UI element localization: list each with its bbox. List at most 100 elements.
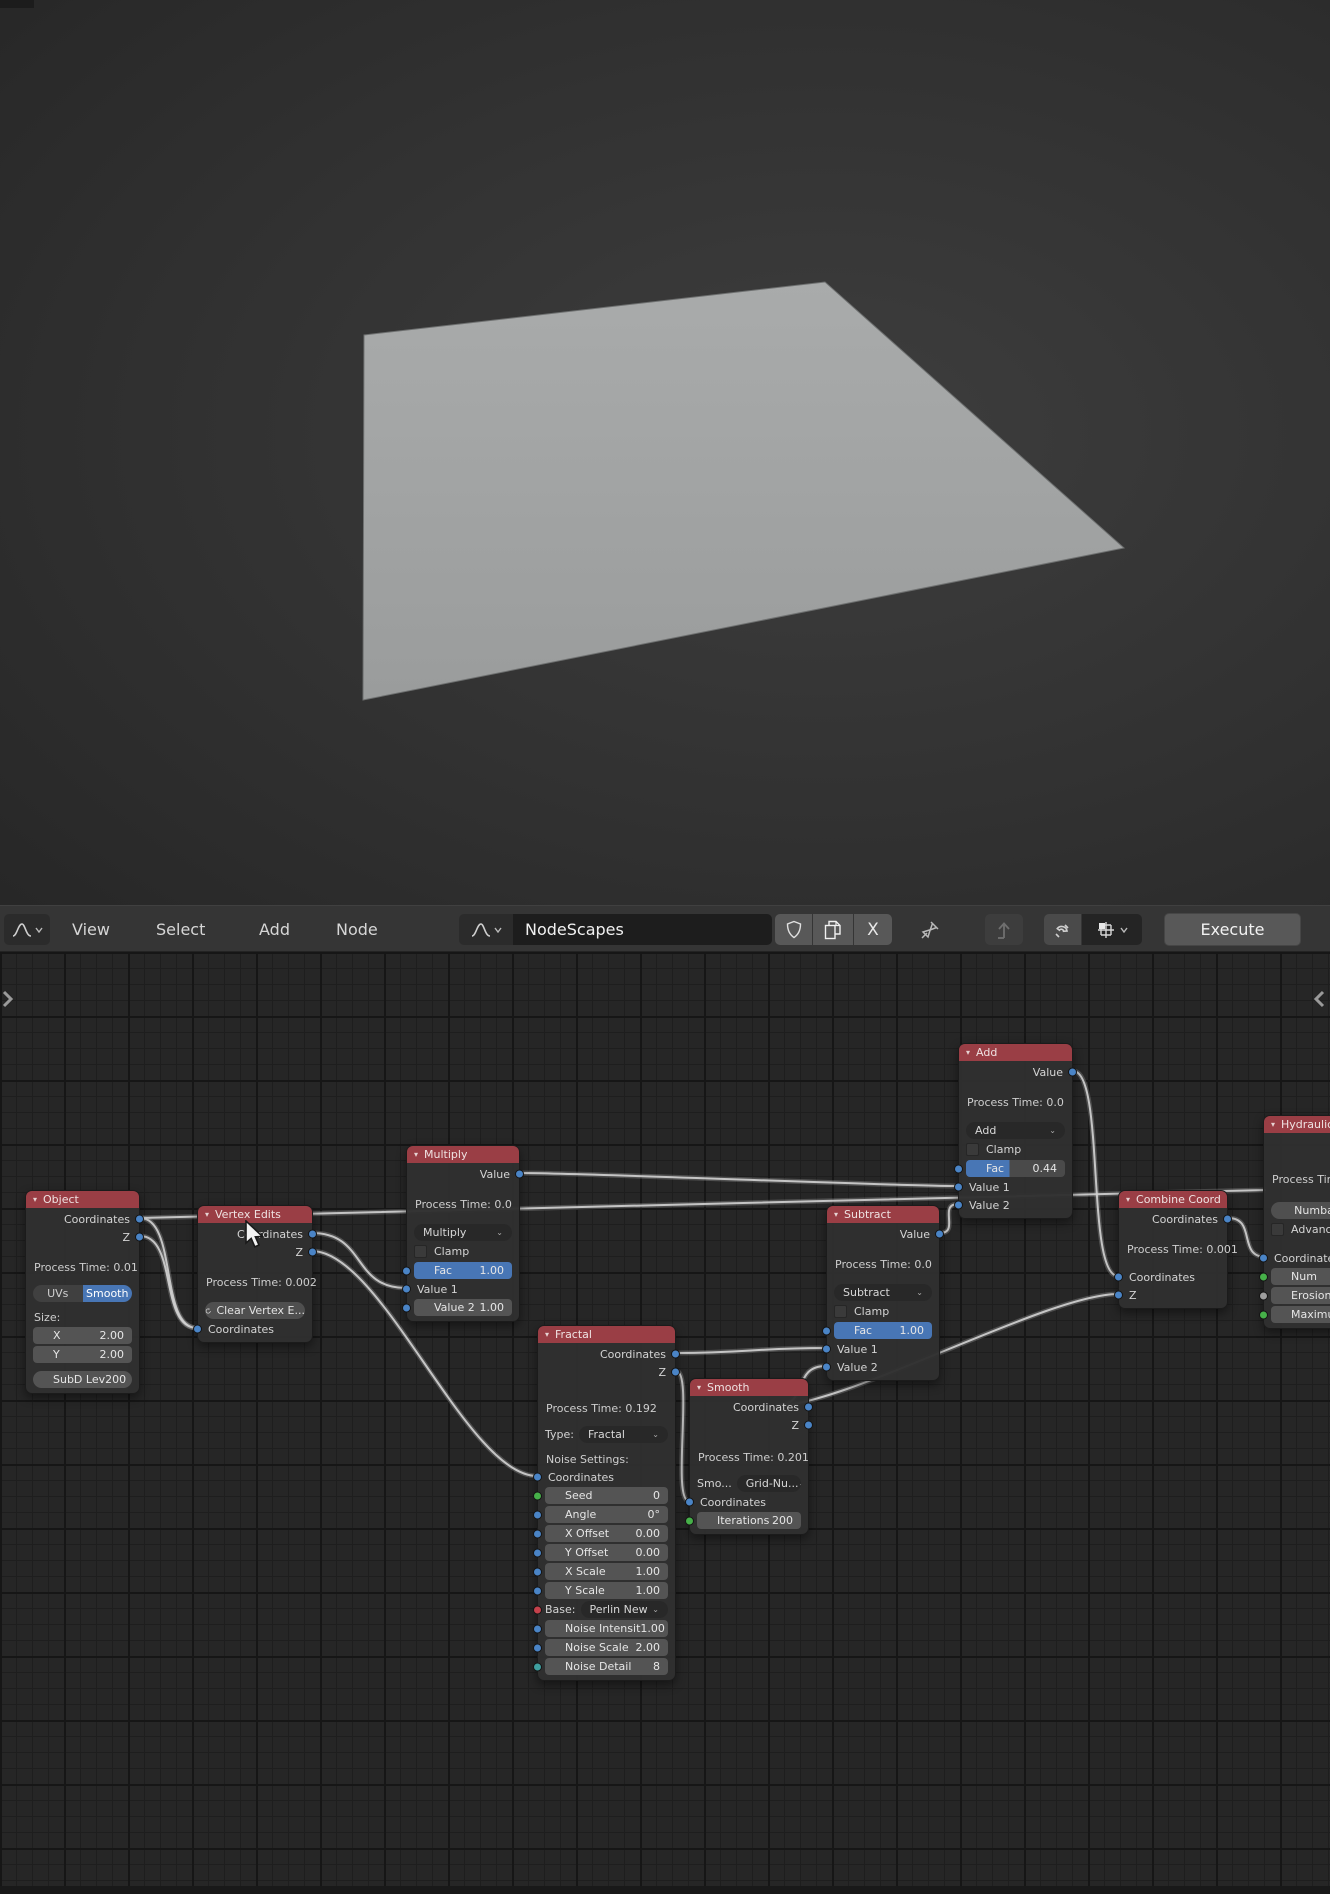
input-socket[interactable]	[533, 1624, 542, 1633]
3d-viewport[interactable]	[0, 0, 1330, 905]
collapse-arrow-icon[interactable]: ▾	[966, 1048, 970, 1057]
input-socket[interactable]	[402, 1266, 411, 1275]
input-socket[interactable]	[533, 1548, 542, 1557]
node-combine[interactable]: ▾Combine Coords ...CoordinatesProcess Ti…	[1118, 1190, 1228, 1309]
fake-user-shield-button[interactable]	[775, 914, 812, 945]
checkbox-clamp[interactable]	[834, 1305, 847, 1318]
collapse-arrow-icon[interactable]: ▾	[1126, 1195, 1130, 1204]
sidebar-toggle-right-icon[interactable]	[1313, 988, 1326, 1010]
output-socket[interactable]	[515, 1170, 524, 1179]
collapse-arrow-icon[interactable]: ▾	[697, 1383, 701, 1392]
input-socket[interactable]	[1259, 1310, 1268, 1319]
collapse-arrow-icon[interactable]: ▾	[205, 1210, 209, 1219]
node-smooth[interactable]: ▾SmoothCoordinatesZProcess Time: 0.201Sm…	[689, 1378, 809, 1535]
input-socket[interactable]	[954, 1201, 963, 1210]
dropdown-subtract[interactable]: Subtract⌄	[834, 1284, 932, 1301]
output-socket[interactable]	[1223, 1215, 1232, 1224]
menu-select[interactable]: Select	[150, 906, 211, 953]
go-to-parent-button[interactable]	[985, 914, 1023, 945]
new-copy-button[interactable]	[813, 914, 853, 945]
input-socket[interactable]	[533, 1510, 542, 1519]
segment-uvs[interactable]: UVs	[33, 1285, 83, 1302]
value-slider-subd-lev[interactable]: SubD Lev200	[33, 1371, 132, 1388]
value-slider-num[interactable]: Num100	[1271, 1268, 1330, 1285]
dropdown-fractal[interactable]: Fractal⌄	[579, 1426, 668, 1443]
input-socket[interactable]	[533, 1586, 542, 1595]
unlink-close-button[interactable]: X	[854, 914, 892, 945]
input-socket[interactable]	[193, 1325, 202, 1334]
snap-target-dropdown[interactable]	[1082, 914, 1142, 945]
output-socket[interactable]	[308, 1248, 317, 1257]
input-socket[interactable]	[1259, 1272, 1268, 1281]
node-subtract[interactable]: ▾SubtractValueProcess Time: 0.0Subtract⌄…	[826, 1205, 940, 1381]
value-slider-y-scale[interactable]: Y Scale1.00	[545, 1582, 668, 1599]
output-socket[interactable]	[671, 1368, 680, 1377]
value-slider-x-scale[interactable]: X Scale1.00	[545, 1563, 668, 1580]
input-socket[interactable]	[822, 1345, 831, 1354]
checkbox-advanced[interactable]	[1271, 1223, 1284, 1236]
node-hydraulic[interactable]: ▾HydraulicCoorProcess TimeNumba MulAdvan…	[1263, 1115, 1330, 1329]
input-socket[interactable]	[1114, 1273, 1123, 1282]
input-socket[interactable]	[685, 1516, 694, 1525]
value-slider-seed[interactable]: Seed0	[545, 1487, 668, 1504]
input-socket[interactable]	[533, 1567, 542, 1576]
collapse-arrow-icon[interactable]: ▾	[414, 1150, 418, 1159]
value-slider-x-offset[interactable]: X Offset0.00	[545, 1525, 668, 1542]
segment-smooth[interactable]: Smooth	[83, 1285, 133, 1302]
output-socket[interactable]	[804, 1403, 813, 1412]
output-socket[interactable]	[135, 1233, 144, 1242]
collapse-arrow-icon[interactable]: ▾	[834, 1210, 838, 1219]
input-socket[interactable]	[533, 1491, 542, 1500]
node-add[interactable]: ▾AddValueProcess Time: 0.0Add⌄ClampFac0.…	[958, 1043, 1073, 1219]
output-socket[interactable]	[135, 1215, 144, 1224]
checkbox-clamp[interactable]	[414, 1245, 427, 1258]
value-slider-x[interactable]: X2.00	[33, 1327, 132, 1344]
output-socket[interactable]	[308, 1230, 317, 1239]
menu-view[interactable]: View	[66, 906, 116, 953]
value-slider-y[interactable]: Y2.00	[33, 1346, 132, 1363]
output-socket[interactable]	[804, 1421, 813, 1430]
button-clear-vertex-e-[interactable]: Clear Vertex E...	[205, 1302, 305, 1319]
input-socket[interactable]	[822, 1326, 831, 1335]
button-numba-mul[interactable]: Numba Mul	[1271, 1202, 1330, 1219]
output-socket[interactable]	[1068, 1068, 1077, 1077]
editor-type-selector[interactable]	[4, 914, 50, 945]
node-multiply[interactable]: ▾MultiplyValueProcess Time: 0.0Multiply⌄…	[406, 1145, 520, 1322]
value-slider-fac[interactable]: Fac1.00	[414, 1262, 512, 1279]
value-slider-fac[interactable]: Fac0.44	[966, 1160, 1065, 1177]
dropdown-multiply[interactable]: Multiply⌄	[414, 1224, 512, 1241]
value-slider-iterations[interactable]: Iterations200	[697, 1512, 801, 1529]
output-socket[interactable]	[671, 1350, 680, 1359]
value-slider-value-2[interactable]: Value 21.00	[414, 1299, 512, 1316]
input-socket[interactable]	[1259, 1254, 1268, 1263]
input-socket[interactable]	[685, 1498, 694, 1507]
pin-button[interactable]	[910, 914, 950, 945]
collapse-arrow-icon[interactable]: ▾	[33, 1195, 37, 1204]
input-socket[interactable]	[533, 1643, 542, 1652]
input-socket[interactable]	[1114, 1291, 1123, 1300]
value-slider-fac[interactable]: Fac1.00	[834, 1322, 932, 1339]
dropdown-grid-nu-[interactable]: Grid-Nu...⌄	[737, 1475, 801, 1492]
input-socket[interactable]	[402, 1285, 411, 1294]
plane-object[interactable]	[363, 282, 1124, 700]
input-socket[interactable]	[822, 1363, 831, 1372]
output-socket[interactable]	[935, 1230, 944, 1239]
input-socket[interactable]	[533, 1662, 542, 1671]
value-slider-angle[interactable]: Angle0°	[545, 1506, 668, 1523]
snap-toggle-button[interactable]	[1044, 914, 1081, 945]
collapse-arrow-icon[interactable]: ▾	[1271, 1120, 1275, 1129]
node-tree-name-field[interactable]: NodeScapes	[513, 914, 772, 945]
value-slider-noise-scale[interactable]: Noise Scale2.00	[545, 1639, 668, 1656]
input-socket[interactable]	[533, 1473, 542, 1482]
value-slider-y-offset[interactable]: Y Offset0.00	[545, 1544, 668, 1561]
dropdown-add[interactable]: Add⌄	[966, 1122, 1065, 1139]
input-socket[interactable]	[954, 1183, 963, 1192]
collapse-arrow-icon[interactable]: ▾	[545, 1330, 549, 1339]
node-tree-browse-button[interactable]	[459, 914, 513, 945]
value-slider-erosion-s[interactable]: Erosion S	[1271, 1287, 1330, 1304]
sidebar-toggle-left-icon[interactable]	[1, 988, 14, 1010]
node-object[interactable]: ▾ObjectCoordinatesZProcess Time: 0.01UVs…	[25, 1190, 140, 1394]
value-slider-noise-detail[interactable]: Noise Detail8	[545, 1658, 668, 1675]
input-socket[interactable]	[402, 1303, 411, 1312]
node-fractal[interactable]: ▾FractalCoordinatesZProcess Time: 0.192T…	[537, 1325, 676, 1681]
